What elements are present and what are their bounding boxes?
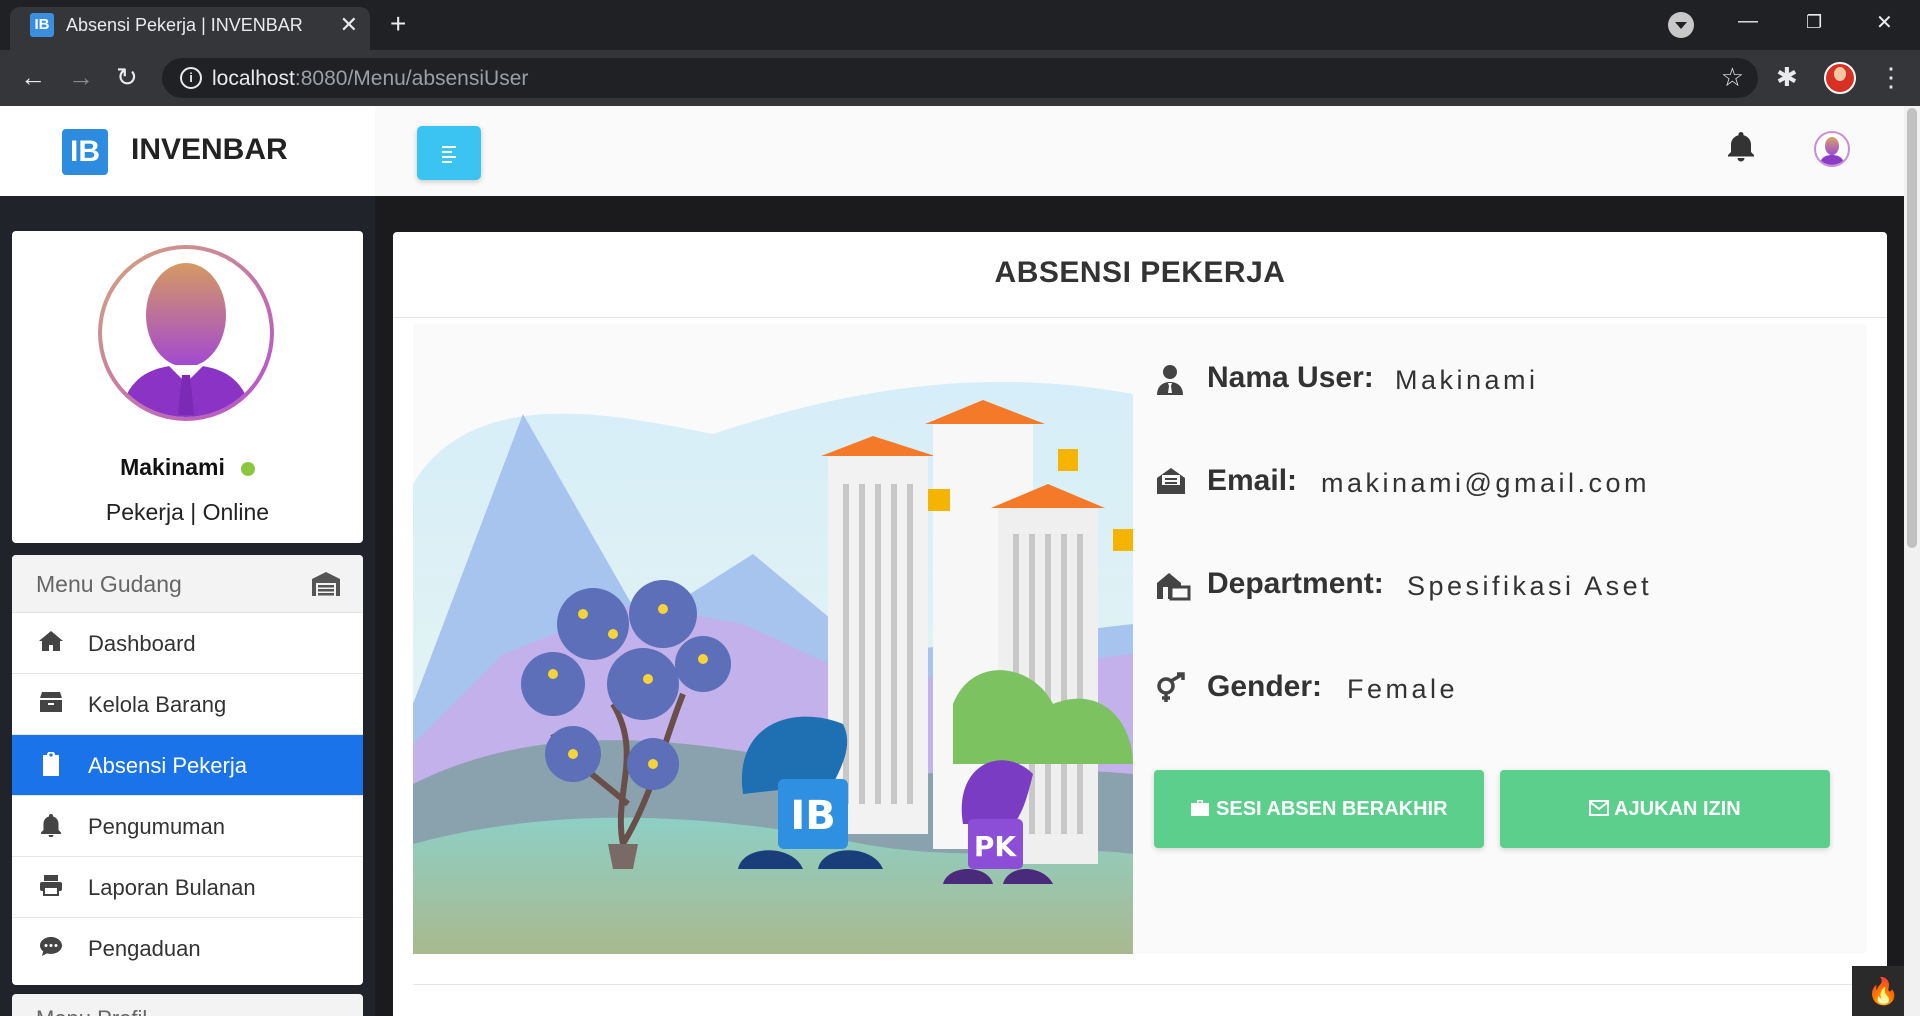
tab-favicon: IB — [30, 13, 54, 37]
new-tab-icon[interactable]: + — [390, 10, 406, 38]
end-session-button[interactable]: SESI ABSEN BERAKHIR — [1154, 770, 1484, 848]
sidebar-item-absensi-pekerja[interactable]: Absensi Pekerja — [12, 735, 363, 796]
window-close-icon[interactable]: ✕ — [1876, 10, 1893, 35]
tab-title: Absensi Pekerja | INVENBAR — [66, 15, 303, 35]
user-name: Makinami — [12, 454, 363, 481]
profile-icon[interactable] — [1824, 62, 1856, 94]
info-icon[interactable]: i — [180, 67, 202, 89]
sidebar-item-label: Laporan Bulanan — [88, 875, 256, 900]
browser-titlebar: IB Absensi Pekerja | INVENBAR ✕ + ― ❐ ✕ — [0, 0, 1920, 50]
profile-card: Makinami Pekerja | Online — [12, 231, 363, 543]
attendance-illustration: IB PK — [413, 324, 1133, 954]
brand-name: INVENBAR — [131, 133, 288, 166]
menu-card: Menu Gudang Dashboard Kelola Barang Abse… — [12, 555, 363, 985]
notification-bell-icon[interactable] — [1726, 130, 1756, 170]
menu-icon[interactable]: ⋮ — [1878, 62, 1904, 93]
reload-icon[interactable]: ↻ — [116, 62, 138, 92]
envelope-open-icon — [1155, 466, 1189, 500]
sidebar-item-label: Kelola Barang — [88, 692, 227, 717]
nama-user-value: Makinami — [1395, 365, 1539, 395]
chat-icon — [38, 935, 64, 961]
flame-icon: 🔥 — [1867, 976, 1900, 1006]
sidebar-toggle-button[interactable] — [417, 126, 481, 180]
request-leave-button[interactable]: AJUKAN IZIN — [1500, 770, 1830, 848]
email-label: Email: — [1207, 464, 1298, 497]
email-value: makinami@gmail.com — [1321, 468, 1650, 498]
building-icon — [1155, 569, 1191, 603]
menu-profil-header: Menu Profil — [36, 1006, 147, 1016]
url-text[interactable]: localhost:8080/Menu/absensiUser — [212, 67, 528, 91]
page-title: ABSENSI PEKERJA — [994, 256, 1286, 289]
briefcase-icon — [1190, 798, 1216, 820]
sidebar-item-dashboard[interactable]: Dashboard — [12, 613, 363, 674]
menu-profil-card: Menu Profil — [12, 994, 363, 1016]
gender-value: Female — [1347, 674, 1459, 704]
restore-icon[interactable]: ❐ — [1806, 12, 1822, 33]
bottom-divider — [413, 984, 1867, 985]
address-bar[interactable]: i localhost:8080/Menu/absensiUser ☆ — [162, 58, 1758, 98]
envelope-icon — [1589, 798, 1614, 820]
illustration-pk-text: PK — [974, 830, 1018, 863]
star-icon[interactable]: ☆ — [1721, 62, 1744, 93]
bell-icon — [38, 813, 64, 839]
user-tie-icon — [1155, 363, 1189, 397]
department-label: Department: — [1207, 567, 1384, 600]
scroll-thumb[interactable] — [1907, 108, 1917, 548]
extensions-icon[interactable]: ✱ — [1776, 62, 1798, 93]
sidebar-item-label: Pengumuman — [88, 814, 225, 839]
navbar-avatar[interactable] — [1814, 131, 1850, 167]
brand[interactable]: IB INVENBAR — [0, 106, 375, 196]
printer-icon — [38, 874, 64, 900]
sidebar-item-label: Dashboard — [88, 631, 196, 656]
minimize-icon[interactable]: ― — [1738, 10, 1758, 33]
home-icon — [38, 630, 64, 656]
brand-logo: IB — [62, 129, 108, 175]
sidebar-item-pengumuman[interactable]: Pengumuman — [12, 796, 363, 857]
tab-search-icon[interactable] — [1668, 12, 1694, 38]
avatar — [98, 245, 274, 421]
title-divider — [393, 317, 1887, 318]
online-status-dot — [240, 461, 255, 476]
codeigniter-badge[interactable]: 🔥 — [1852, 966, 1904, 1016]
top-navbar: IB INVENBAR — [0, 106, 1904, 196]
menu-header-label: Menu Gudang — [36, 571, 182, 597]
sidebar-item-label: Pengaduan — [88, 936, 201, 961]
menu-header: Menu Gudang — [12, 555, 363, 613]
attendance-card: ABSENSI PEKERJA IB PK Nama User: Makinam… — [393, 232, 1887, 1016]
page-scrollbar[interactable] — [1904, 106, 1920, 1016]
clipboard-icon — [38, 751, 64, 778]
sidebar-item-laporan-bulanan[interactable]: Laporan Bulanan — [12, 857, 363, 918]
browser-toolbar: ← → ↻ i localhost:8080/Menu/absensiUser … — [0, 50, 1920, 106]
browser-tab[interactable]: IB Absensi Pekerja | INVENBAR ✕ — [10, 7, 370, 50]
illustration-ib-text: IB — [790, 793, 835, 839]
box-icon — [38, 691, 64, 717]
attendance-panel: IB PK Nama User: Makinami Email: makinam… — [413, 324, 1867, 954]
gender-label: Gender: — [1207, 670, 1323, 703]
back-icon[interactable]: ← — [20, 62, 46, 92]
app: IB INVENBAR Makinami Pekerja | Online Me… — [0, 106, 1920, 1016]
forward-icon[interactable]: → — [68, 62, 94, 92]
nama-user-label: Nama User: — [1207, 361, 1374, 394]
sidebar-item-kelola-barang[interactable]: Kelola Barang — [12, 674, 363, 735]
gender-icon — [1155, 672, 1189, 706]
close-tab-icon[interactable]: ✕ — [340, 12, 358, 38]
user-role: Pekerja | Online — [105, 499, 270, 525]
warehouse-icon — [311, 571, 341, 597]
sidebar-item-pengaduan[interactable]: Pengaduan — [12, 918, 363, 979]
department-value: Spesifikasi Aset — [1407, 571, 1653, 601]
sidebar-item-label: Absensi Pekerja — [88, 753, 247, 778]
